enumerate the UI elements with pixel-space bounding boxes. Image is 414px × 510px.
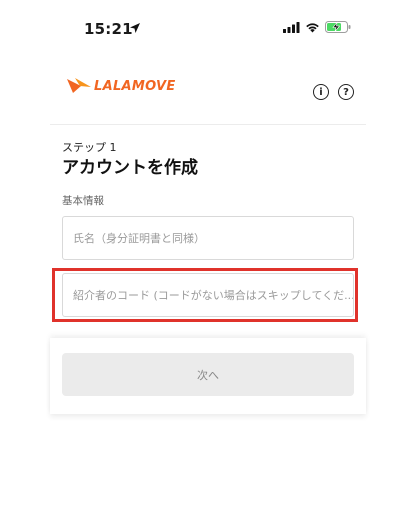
referral-field-highlight	[52, 268, 358, 322]
header-divider	[50, 124, 366, 125]
full-name-field[interactable]: 氏名（身分証明書と同様）	[62, 216, 354, 260]
status-time: 15:21	[84, 20, 133, 38]
status-icons	[283, 21, 351, 33]
full-name-placeholder: 氏名（身分証明書と同様）	[73, 232, 205, 245]
page-title: アカウントを作成	[62, 158, 198, 178]
logo-text: LALAMOVE	[94, 78, 176, 94]
section-label-basic-info: 基本情報	[62, 195, 104, 207]
wifi-icon	[306, 22, 319, 32]
lalamove-logo: LALAMOVE	[67, 78, 176, 94]
help-icon[interactable]: ?	[338, 84, 354, 100]
next-button-label: 次へ	[197, 368, 219, 382]
status-bar: 15:21	[0, 0, 414, 44]
battery-charging-icon	[325, 21, 351, 33]
bird-logo-icon	[67, 78, 91, 93]
info-icon[interactable]: i	[313, 84, 329, 100]
next-button[interactable]: 次へ	[62, 353, 354, 396]
location-arrow-icon	[130, 23, 140, 33]
cellular-signal-icon	[283, 21, 300, 33]
app-header: LALAMOVE i ?	[0, 68, 414, 118]
